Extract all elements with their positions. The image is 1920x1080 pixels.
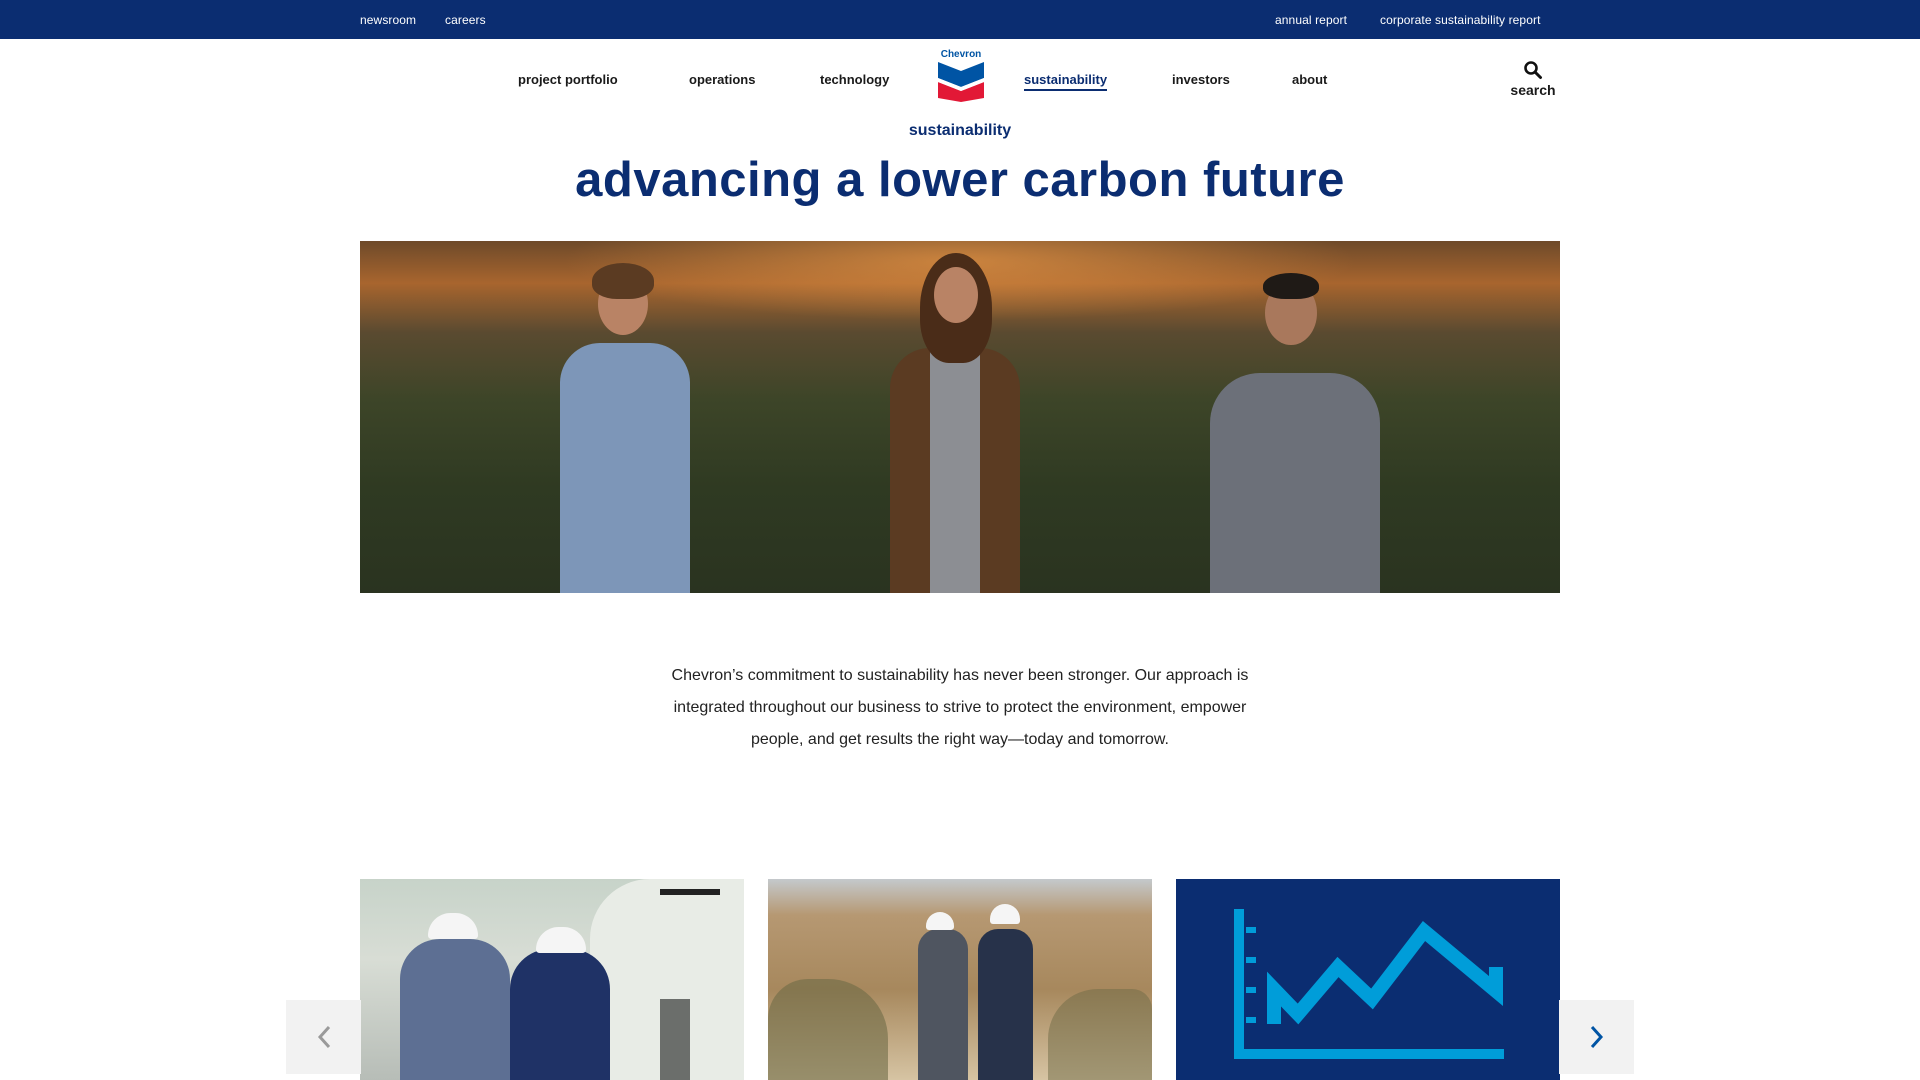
rising-chart-icon bbox=[1234, 909, 1504, 1059]
carousel-card-3[interactable] bbox=[1176, 879, 1560, 1080]
nav-item-about[interactable]: about bbox=[1292, 72, 1327, 87]
chevron-right-icon bbox=[1590, 1025, 1603, 1049]
carousel-prev-button[interactable] bbox=[286, 1000, 361, 1074]
utility-link-newsroom[interactable]: newsroom bbox=[360, 13, 416, 27]
chevron-left-icon bbox=[317, 1025, 330, 1049]
carousel-card-2[interactable] bbox=[768, 879, 1152, 1080]
utility-link-careers[interactable]: careers bbox=[445, 13, 486, 27]
utility-bar: newsroom careers annual report corporate… bbox=[0, 0, 1920, 39]
nav-item-project-portfolio[interactable]: project portfolio bbox=[518, 72, 618, 87]
search-icon bbox=[1524, 61, 1542, 79]
intro-paragraph: Chevron’s commitment to sustainability h… bbox=[671, 667, 1249, 748]
page-eyebrow: sustainability bbox=[908, 122, 1012, 139]
search-label: search bbox=[1510, 82, 1556, 98]
carousel-card-1[interactable] bbox=[360, 879, 744, 1080]
page-title: advancing a lower carbon future bbox=[575, 153, 1345, 207]
search-button[interactable]: search bbox=[1500, 60, 1566, 98]
chevron-emblem-icon bbox=[938, 62, 984, 102]
nav-item-technology[interactable]: technology bbox=[820, 72, 889, 87]
utility-link-annual-report[interactable]: annual report bbox=[1275, 13, 1347, 27]
nav-item-sustainability[interactable]: sustainability bbox=[1024, 72, 1108, 91]
nav-item-operations[interactable]: operations bbox=[689, 72, 755, 87]
chevron-logo[interactable]: Chevron bbox=[937, 49, 985, 103]
utility-link-sustainability-report[interactable]: corporate sustainability report bbox=[1380, 13, 1541, 27]
hero-image bbox=[360, 241, 1560, 593]
carousel-next-button[interactable] bbox=[1559, 1000, 1634, 1074]
nav-item-investors[interactable]: investors bbox=[1172, 72, 1230, 87]
logo-wordmark: Chevron bbox=[940, 49, 982, 60]
